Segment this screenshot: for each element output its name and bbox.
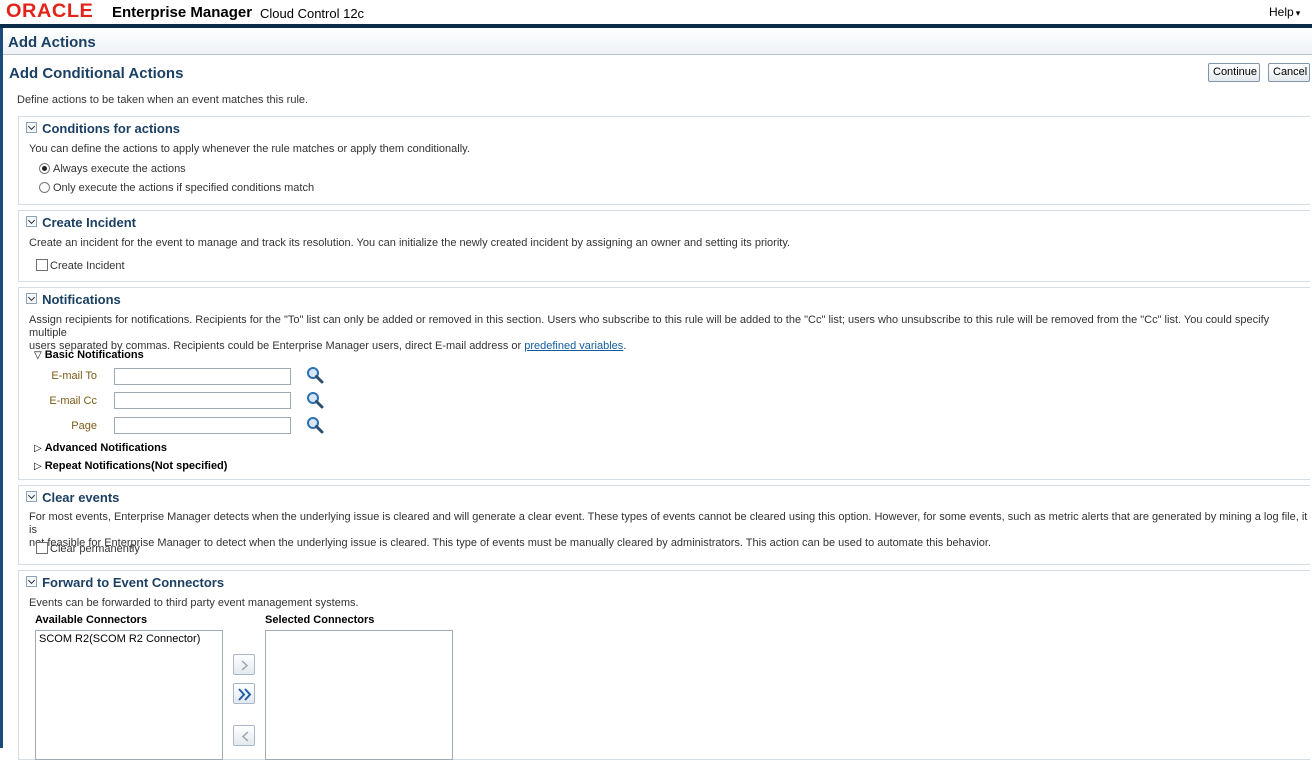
search-icon[interactable] xyxy=(306,416,324,434)
chevron-left-icon xyxy=(241,731,249,742)
conditions-header[interactable]: Conditions for actions xyxy=(26,121,180,137)
clear-events-title: Clear events xyxy=(42,490,120,505)
create-incident-header[interactable]: Create Incident xyxy=(26,215,136,231)
email-to-field[interactable] xyxy=(114,368,291,385)
notifications-text: Assign recipients for notifications. Rec… xyxy=(29,314,1309,353)
continue-button[interactable]: Continue xyxy=(1208,63,1260,82)
radio-label: Always execute the actions xyxy=(53,163,186,175)
conditions-text: You can define the actions to apply when… xyxy=(29,143,470,155)
move-all-button[interactable] xyxy=(233,683,255,704)
clear-events-text-line2: not feasible for Enterprise Manager to d… xyxy=(29,537,992,549)
clear-events-header[interactable]: Clear events xyxy=(26,490,119,506)
notifications-section: Notifications Assign recipients for noti… xyxy=(18,287,1310,480)
predefined-variables-link[interactable]: predefined variables xyxy=(524,340,623,352)
checkbox-label: Clear permanently xyxy=(50,543,140,555)
product-edition: Cloud Control 12c xyxy=(260,6,365,21)
search-icon[interactable] xyxy=(306,391,324,409)
basic-notifications-label: Basic Notifications xyxy=(44,349,144,361)
radio-unselected-icon[interactable] xyxy=(39,181,50,193)
collapse-icon[interactable] xyxy=(26,576,37,587)
clear-events-text: For most events, Enterprise Manager dete… xyxy=(29,511,1311,550)
help-menu[interactable]: Help ▾ xyxy=(1269,5,1300,19)
advanced-notifications-toggle[interactable]: ▷ Advanced Notifications xyxy=(34,442,167,454)
clear-permanently-checkbox-row[interactable]: Clear permanently xyxy=(36,542,140,555)
left-edge-bar xyxy=(0,28,3,748)
radio-conditional-execute[interactable]: Only execute the actions if specified co… xyxy=(39,181,315,194)
list-item[interactable]: SCOM R2(SCOM R2 Connector) xyxy=(36,631,222,647)
link-suffix: . xyxy=(623,340,627,352)
chevron-right-icon xyxy=(241,660,249,671)
clear-permanently-checkbox[interactable] xyxy=(36,542,48,555)
page-field[interactable] xyxy=(114,417,291,434)
product-name: Enterprise Manager xyxy=(112,4,253,21)
collapsed-triangle-icon: ▷ xyxy=(34,443,42,454)
page-description: Define actions to be taken when an event… xyxy=(17,94,309,106)
email-cc-field[interactable] xyxy=(114,392,291,409)
collapsed-triangle-icon: ▷ xyxy=(34,461,42,472)
help-label: Help xyxy=(1269,5,1294,19)
collapse-icon[interactable] xyxy=(26,216,37,227)
notifications-title: Notifications xyxy=(42,292,121,307)
top-bar: ORACLE Enterprise Manager Cloud Control … xyxy=(0,0,1312,24)
remove-button[interactable] xyxy=(233,725,255,746)
checkbox-label: Create Incident xyxy=(50,260,125,272)
repeat-notifications-label: Repeat Notifications(Not specified) xyxy=(44,460,228,472)
page-title: Add Actions xyxy=(8,34,96,51)
event-connectors-title: Forward to Event Connectors xyxy=(42,575,225,590)
search-icon[interactable] xyxy=(306,366,324,384)
page-label: Page xyxy=(71,420,97,432)
page-subtitle: Add Conditional Actions xyxy=(9,65,184,82)
event-connectors-header[interactable]: Forward to Event Connectors xyxy=(26,575,224,591)
double-chevron-right-icon xyxy=(238,688,252,701)
email-cc-label: E-mail Cc xyxy=(49,395,97,407)
chevron-down-icon: ▾ xyxy=(1295,8,1301,18)
radio-always-execute[interactable]: Always execute the actions xyxy=(39,162,186,175)
collapse-icon[interactable] xyxy=(26,122,37,133)
selected-connectors-list[interactable] xyxy=(265,630,453,760)
selected-connectors-label: Selected Connectors xyxy=(265,614,375,626)
available-connectors-list[interactable]: SCOM R2(SCOM R2 Connector) xyxy=(35,630,223,760)
move-button[interactable] xyxy=(233,654,255,675)
create-incident-title: Create Incident xyxy=(42,215,136,230)
collapse-icon[interactable] xyxy=(26,293,37,304)
create-incident-section: Create Incident Create an incident for t… xyxy=(18,210,1310,282)
page-title-band: Add Actions xyxy=(3,28,1312,55)
collapse-icon[interactable] xyxy=(26,491,37,502)
radio-selected-icon[interactable] xyxy=(39,162,50,174)
email-to-label: E-mail To xyxy=(51,370,97,382)
notifications-text-line1: Assign recipients for notifications. Rec… xyxy=(29,314,1270,339)
create-incident-text: Create an incident for the event to mana… xyxy=(29,237,791,249)
basic-notifications-toggle[interactable]: ▽ Basic Notifications xyxy=(34,349,144,361)
event-connectors-text: Events can be forwarded to third party e… xyxy=(29,597,359,609)
clear-events-text-line1: For most events, Enterprise Manager dete… xyxy=(29,511,1308,536)
clear-events-section: Clear events For most events, Enterprise… xyxy=(18,485,1310,565)
available-connectors-label: Available Connectors xyxy=(35,614,148,626)
create-incident-checkbox-row[interactable]: Create Incident xyxy=(36,259,125,272)
create-incident-checkbox[interactable] xyxy=(36,259,48,272)
advanced-notifications-label: Advanced Notifications xyxy=(44,442,167,454)
radio-label: Only execute the actions if specified co… xyxy=(53,182,315,194)
expanded-triangle-icon: ▽ xyxy=(34,350,42,361)
conditions-section: Conditions for actions You can define th… xyxy=(18,116,1310,205)
oracle-logo: ORACLE xyxy=(6,1,94,22)
repeat-notifications-toggle[interactable]: ▷ Repeat Notifications(Not specified) xyxy=(34,460,227,472)
conditions-title: Conditions for actions xyxy=(42,121,181,136)
event-connectors-section: Forward to Event Connectors Events can b… xyxy=(18,570,1310,760)
cancel-button[interactable]: Cancel xyxy=(1268,63,1310,82)
notifications-header[interactable]: Notifications xyxy=(26,292,121,308)
